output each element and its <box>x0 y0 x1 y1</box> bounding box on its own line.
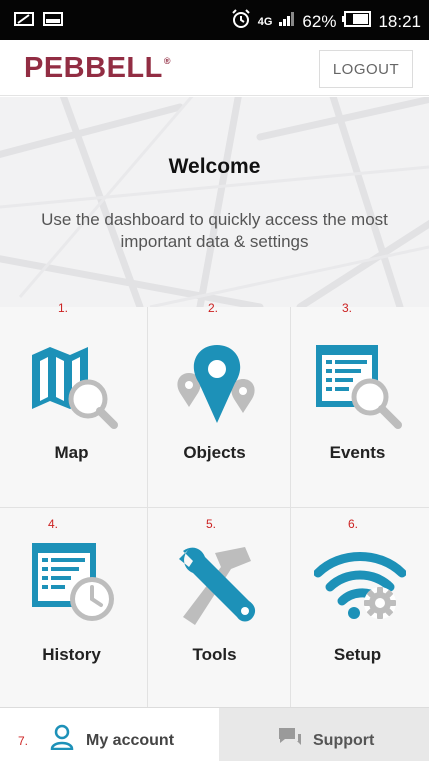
wrench-hammer-icon <box>171 539 263 636</box>
app-header: PEBBELL® LOGOUT <box>0 40 429 96</box>
location-pins-icon <box>175 343 259 436</box>
tab-label: My account <box>86 732 175 749</box>
tile-setup[interactable]: 6. Setup <box>286 507 429 707</box>
tile-label: Tools <box>192 645 237 664</box>
notification-icon <box>14 10 36 33</box>
tile-objects[interactable]: 2. Objects <box>143 301 286 507</box>
divider <box>0 507 429 508</box>
map-search-icon <box>26 343 122 434</box>
image-icon <box>42 10 64 33</box>
tile-number: 2. <box>208 301 219 315</box>
tile-number: 6. <box>348 517 359 531</box>
welcome-subtitle: Use the dashboard to quickly access the … <box>41 210 388 251</box>
tile-label: Objects <box>183 443 246 462</box>
tile-number: 4. <box>48 517 59 531</box>
tab-support[interactable]: Support <box>219 707 429 761</box>
chat-icon <box>277 726 303 753</box>
app-logo: PEBBELL® <box>24 52 171 84</box>
dashboard-grid: 1. Map 2. Objects 3. Events 4. History 5… <box>0 301 429 707</box>
tile-map[interactable]: 1. Map <box>0 301 143 507</box>
clock: 18:21 <box>378 11 421 31</box>
tab-my-account[interactable]: 7. My account <box>0 707 219 761</box>
alarm-icon <box>230 8 252 35</box>
user-icon <box>50 724 74 755</box>
tile-number: 1. <box>58 301 69 315</box>
signal-icon <box>278 11 296 32</box>
list-clock-icon <box>30 541 122 632</box>
tile-label: Setup <box>333 645 382 664</box>
wifi-gear-icon <box>313 545 407 630</box>
tile-tools[interactable]: 5. Tools <box>143 507 286 707</box>
welcome-banner: Welcome Use the dashboard to quickly acc… <box>0 97 429 307</box>
tile-events[interactable]: 3. Events <box>286 301 429 507</box>
tile-label: Map <box>54 443 89 462</box>
tile-label: History <box>42 645 101 664</box>
tile-number: 5. <box>206 517 217 531</box>
network-type: 4G <box>257 15 273 28</box>
tab-label: Support <box>313 732 375 749</box>
battery-percent: 62% <box>302 11 337 31</box>
tab-number: 7. <box>18 734 29 748</box>
map-background <box>0 97 429 307</box>
status-bar: 4G 62% 18:21 <box>0 0 429 40</box>
tile-number: 3. <box>342 301 353 315</box>
logout-button[interactable]: LOGOUT <box>319 50 413 88</box>
tile-label: Events <box>329 443 386 462</box>
bottom-tab-bar: 7. My account Support <box>0 707 429 761</box>
battery-icon <box>342 11 372 32</box>
welcome-title: Welcome <box>168 155 261 178</box>
tile-history[interactable]: 4. History <box>0 507 143 707</box>
list-search-icon <box>314 343 406 434</box>
